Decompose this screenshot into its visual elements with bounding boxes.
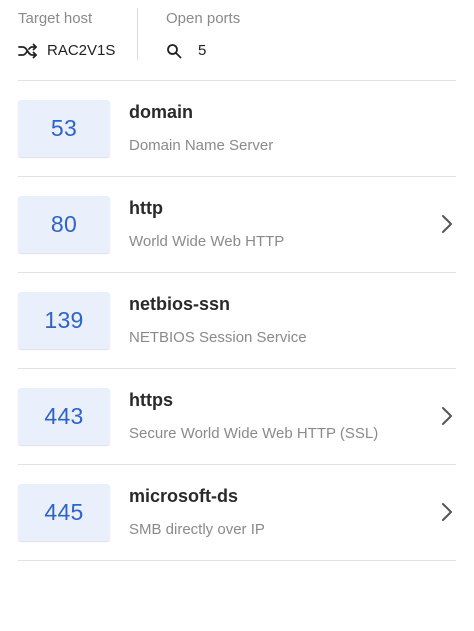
open-ports-count: 5 <box>198 42 207 59</box>
search-icon <box>166 43 182 59</box>
target-host-value-row: RAC2V1S <box>18 42 115 60</box>
port-row-80[interactable]: 80 http World Wide Web HTTP <box>18 177 456 273</box>
chevron-right-icon[interactable] <box>440 214 454 234</box>
port-row-445[interactable]: 445 microsoft-ds SMB directly over IP <box>18 465 456 561</box>
header-divider <box>137 8 138 60</box>
target-host-value: RAC2V1S <box>47 42 116 59</box>
service-name: netbios-ssn <box>129 294 231 314</box>
port-row-53[interactable]: 53 domain Domain Name Server <box>18 81 456 177</box>
service-description: Secure World Wide Web HTTP (SSL) <box>129 425 379 442</box>
service-description: World Wide Web HTTP <box>129 233 285 250</box>
service-name: http <box>129 198 163 218</box>
port-row-139[interactable]: 139 netbios-ssn NETBIOS Session Service <box>18 273 456 369</box>
port-number-badge: 80 <box>18 196 110 253</box>
port-number-badge: 443 <box>18 388 110 445</box>
port-row-443[interactable]: 443 https Secure World Wide Web HTTP (SS… <box>18 369 456 465</box>
service-description: SMB directly over IP <box>129 521 265 538</box>
port-number-badge: 445 <box>18 484 110 541</box>
service-name: domain <box>129 102 194 122</box>
scan-summary-header: Target host RAC2V1S Open ports 5 <box>0 0 474 80</box>
port-number-badge: 139 <box>18 292 110 349</box>
chevron-right-icon[interactable] <box>440 502 454 522</box>
open-ports-value-row: 5 <box>166 42 240 60</box>
open-ports-list: 53 domain Domain Name Server 80 http Wor… <box>0 81 474 561</box>
open-ports-label: Open ports <box>166 10 241 27</box>
port-number-badge: 53 <box>18 100 110 157</box>
service-description: Domain Name Server <box>129 137 274 154</box>
shuffle-icon <box>18 43 38 59</box>
open-ports-section: Open ports 5 <box>166 10 240 60</box>
target-host-label: Target host <box>18 10 93 27</box>
service-name: https <box>129 390 173 410</box>
chevron-right-icon[interactable] <box>440 406 454 426</box>
service-description: NETBIOS Session Service <box>129 329 307 346</box>
target-host-section: Target host RAC2V1S <box>18 10 115 60</box>
service-name: microsoft-ds <box>129 486 239 506</box>
